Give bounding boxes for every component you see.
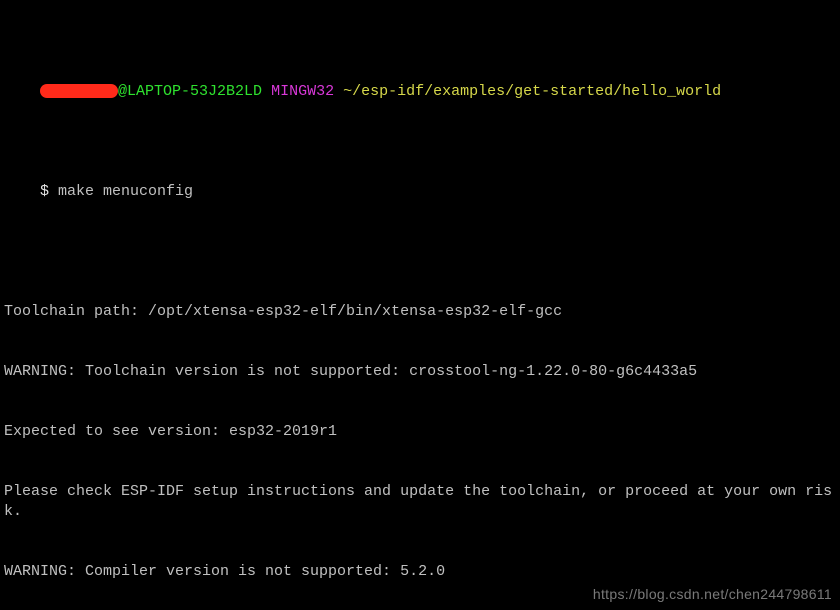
prompt-cwd: ~/esp-idf/examples/get-started/hello_wor… [343,83,721,100]
prompt-user-host: @LAPTOP-53J2B2LD [118,83,262,100]
redaction-mark [40,84,118,98]
terminal-window[interactable]: @LAPTOP-53J2B2LD MINGW32 ~/esp-idf/examp… [0,0,840,610]
output-line: Please check ESP-IDF setup instructions … [4,482,836,522]
output-line: WARNING: Toolchain version is not suppor… [4,362,836,382]
command-line-1: $ make menuconfig [4,162,836,222]
prompt-line-1: @LAPTOP-53J2B2LD MINGW32 ~/esp-idf/examp… [4,62,836,122]
prompt-sigil: $ [40,183,58,200]
output-line: Expected to see version: esp32-2019r1 [4,422,836,442]
prompt-env: MINGW32 [271,83,334,100]
output-line: WARNING: Compiler version is not support… [4,562,836,582]
output-line: Toolchain path: /opt/xtensa-esp32-elf/bi… [4,302,836,322]
watermark-text: https://blog.csdn.net/chen244798611 [593,584,832,604]
command-text[interactable]: make menuconfig [58,183,193,200]
